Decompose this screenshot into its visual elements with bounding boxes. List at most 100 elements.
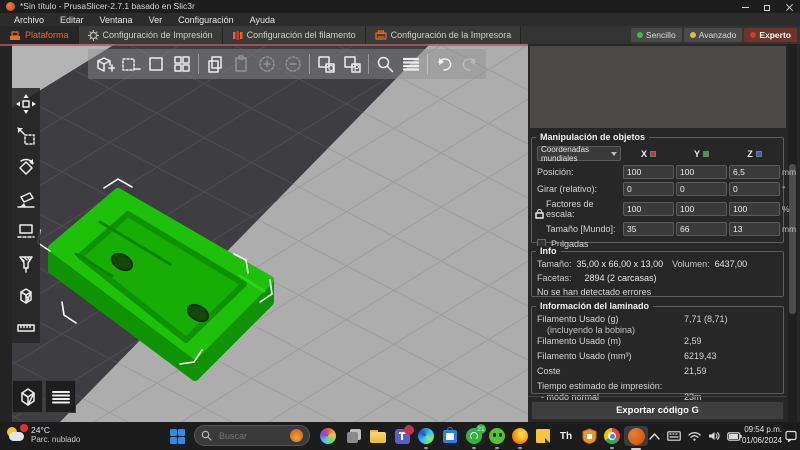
rotate-tool-button[interactable] xyxy=(15,156,38,179)
delete-all-button[interactable] xyxy=(144,51,168,77)
taskbar-prusaslicer-active[interactable] xyxy=(624,426,648,450)
taskbar-shield-app[interactable] xyxy=(579,426,599,446)
add-object-button[interactable] xyxy=(92,51,116,77)
notification-center-icon[interactable] xyxy=(785,430,797,442)
rotate-label: Girar (relativo): xyxy=(537,184,598,194)
taskbar-weather-widget[interactable]: 24°C Parc. nublado xyxy=(6,424,80,445)
taskbar-search[interactable] xyxy=(194,425,310,446)
size-z-input[interactable] xyxy=(729,222,780,236)
group-title: Información del laminado xyxy=(536,301,654,311)
minimize-button[interactable] xyxy=(734,3,756,12)
taskbar-clock[interactable]: 09:54 p.m. 01/06/2024 xyxy=(742,425,782,446)
group-title: Manipulación de objetos xyxy=(536,132,650,142)
remove-instance-button[interactable] xyxy=(281,51,305,77)
menu-ventana[interactable]: Ventana xyxy=(92,15,141,25)
search-highlight-icon xyxy=(290,429,303,442)
menu-ayuda[interactable]: Ayuda xyxy=(242,15,283,25)
view-preview-button[interactable] xyxy=(45,380,76,413)
tab-config-impresion[interactable]: Configuración de Impresión xyxy=(78,26,223,44)
tray-chevron-up-icon[interactable] xyxy=(649,432,660,440)
cut-tool-button[interactable] xyxy=(15,220,38,243)
arrange-button[interactable] xyxy=(170,51,194,77)
taskbar-app-color-wheel[interactable] xyxy=(318,426,338,446)
scale-lock-icon[interactable] xyxy=(535,208,544,219)
split-objects-button[interactable]: O xyxy=(314,51,338,77)
search-input[interactable] xyxy=(217,429,285,442)
redo-button[interactable] xyxy=(458,51,482,77)
paste-button[interactable] xyxy=(229,51,253,77)
scale-x-input[interactable] xyxy=(623,202,674,216)
scale-z-input[interactable] xyxy=(729,202,780,216)
wifi-icon[interactable] xyxy=(688,431,701,441)
menu-editar[interactable]: Editar xyxy=(52,15,92,25)
place-on-face-tool-button[interactable] xyxy=(15,188,38,211)
mode-experto[interactable]: Experto xyxy=(744,28,797,42)
mode-avanzado[interactable]: Avanzado xyxy=(683,28,743,42)
taskbar-thonny[interactable]: Th xyxy=(556,426,576,446)
split-parts-button[interactable]: P xyxy=(340,51,364,77)
menu-bar: Archivo Editar Ventana Ver Configuración… xyxy=(0,13,800,26)
store-icon xyxy=(443,426,457,443)
add-instance-button[interactable] xyxy=(255,51,279,77)
taskbar-teams[interactable] xyxy=(392,424,414,446)
scale-tool-button[interactable] xyxy=(15,124,38,147)
undo-button[interactable] xyxy=(432,51,456,77)
volume-icon[interactable] xyxy=(708,431,720,441)
taskbar-task-view[interactable] xyxy=(344,426,364,446)
tab-plataforma[interactable]: Plataforma xyxy=(0,26,79,44)
battery-icon[interactable] xyxy=(727,431,742,441)
object-list[interactable] xyxy=(530,46,786,128)
position-label: Posición: xyxy=(537,167,574,177)
export-gcode-button[interactable]: Exportar código G xyxy=(531,401,784,420)
inches-checkbox-row[interactable]: Pulgadas xyxy=(537,239,778,249)
menu-ver[interactable]: Ver xyxy=(141,15,171,25)
size-y-input[interactable] xyxy=(676,222,727,236)
position-y-input[interactable] xyxy=(676,165,727,179)
folder-icon xyxy=(370,429,386,443)
viewport-canvas[interactable] xyxy=(0,44,528,422)
tab-config-impresora[interactable]: Configuración de la Impresora xyxy=(365,26,522,44)
paint-supports-tool-button[interactable] xyxy=(15,252,38,275)
rotate-z-input[interactable] xyxy=(729,182,780,196)
mode-sencillo[interactable]: Sencillo xyxy=(630,28,682,42)
taskbar-firefox[interactable] xyxy=(510,426,530,449)
axis-x-header: X xyxy=(623,149,674,159)
scale-y-input[interactable] xyxy=(676,202,727,216)
taskbar-sticky-notes[interactable] xyxy=(533,426,553,446)
measure-tool-button[interactable] xyxy=(15,316,38,339)
tab-config-filamento[interactable]: Configuración del filamento xyxy=(222,26,366,44)
side-panel: Manipulación de objetos Coordenadas mund… xyxy=(528,44,800,422)
scale-label: Factores de escala: xyxy=(546,199,594,219)
seam-paint-tool-button[interactable] xyxy=(15,284,38,307)
menu-archivo[interactable]: Archivo xyxy=(6,15,52,25)
delete-object-button[interactable] xyxy=(118,51,142,77)
position-x-input[interactable] xyxy=(623,165,674,179)
start-button[interactable] xyxy=(170,429,185,444)
view-3d-button[interactable] xyxy=(12,380,43,413)
maximize-button[interactable] xyxy=(756,3,778,12)
rotate-y-input[interactable] xyxy=(676,182,727,196)
rotate-x-input[interactable] xyxy=(623,182,674,196)
taskbar-store[interactable] xyxy=(440,426,460,446)
position-z-input[interactable] xyxy=(729,165,780,179)
taskbar-chrome[interactable] xyxy=(602,426,622,449)
size-x-input[interactable] xyxy=(623,222,674,236)
search-tool-button[interactable] xyxy=(373,51,397,77)
view-toggles xyxy=(12,380,76,413)
taskbar-whatsapp[interactable]: 21 xyxy=(464,424,486,449)
taskbar-edge[interactable] xyxy=(416,426,436,449)
tab-label: Configuración del filamento xyxy=(246,30,356,40)
size-info-value: 35,00 x 66,00 x 13,00 xyxy=(576,259,664,269)
coordinates-dropdown[interactable]: Coordenadas mundiales xyxy=(537,145,621,163)
settings-tab-bar: Plataforma Configuración de Impresión Co… xyxy=(0,26,800,44)
taskbar-file-explorer[interactable] xyxy=(368,426,388,446)
copy-button[interactable] xyxy=(203,51,227,77)
move-tool-button[interactable] xyxy=(15,92,38,115)
touch-keyboard-icon[interactable] xyxy=(667,431,681,441)
taskbar-green-app[interactable] xyxy=(487,426,507,449)
menu-configuracion[interactable]: Configuración xyxy=(170,15,242,25)
chevron-down-icon xyxy=(611,151,617,156)
variable-layer-height-button[interactable] xyxy=(399,51,423,77)
printer-icon xyxy=(375,29,387,40)
close-button[interactable] xyxy=(778,3,800,12)
